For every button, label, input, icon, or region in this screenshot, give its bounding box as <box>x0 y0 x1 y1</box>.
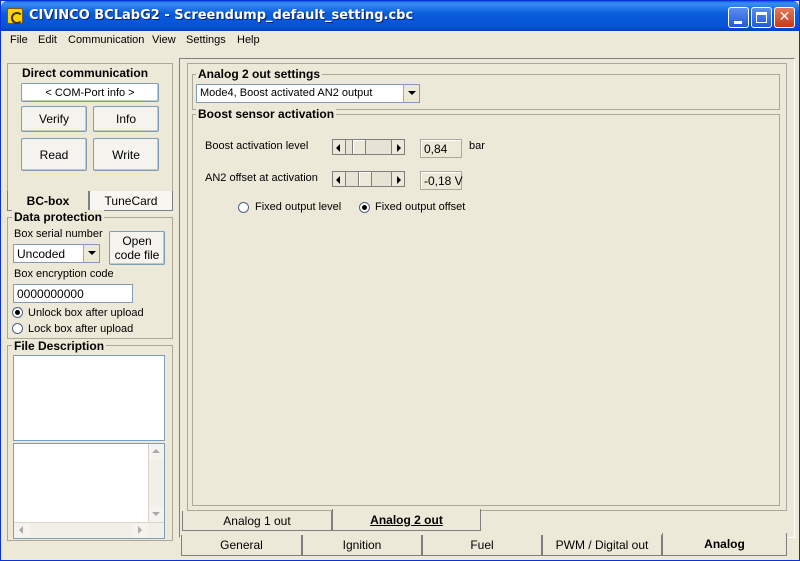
open-code-file-line2: code file <box>114 248 160 262</box>
serial-number-value: Uncoded <box>17 247 66 261</box>
menu-settings[interactable]: Settings <box>186 34 226 46</box>
com-port-info[interactable]: < COM-Port info > <box>21 83 159 102</box>
app-window: CIVINCO BCLabG2 - Screendump_default_set… <box>0 0 800 561</box>
menu-file[interactable]: File <box>10 34 28 46</box>
tab-analog[interactable]: Analog <box>662 533 787 556</box>
menu-help[interactable]: Help <box>237 34 260 46</box>
boost-level-unit: bar <box>469 140 485 152</box>
data-protection-title: Data protection <box>12 210 105 224</box>
boost-level-label: Boost activation level <box>205 140 309 152</box>
an2-offset-label: AN2 offset at activation <box>205 172 318 184</box>
minimize-button[interactable] <box>728 7 749 28</box>
tab-ignition[interactable]: Ignition <box>302 535 422 556</box>
write-button[interactable]: Write <box>93 138 159 171</box>
file-description-area[interactable] <box>13 355 165 441</box>
maximize-icon <box>756 12 767 23</box>
notes-horizontal-scrollbar[interactable] <box>14 522 164 538</box>
an2-offset-thumb[interactable] <box>358 171 372 187</box>
mode-value: Mode4, Boost activated AN2 output <box>200 87 373 99</box>
open-code-file-line1: Open <box>122 234 152 248</box>
app-logo-icon <box>7 8 23 24</box>
tab-analog2-out[interactable]: Analog 2 out <box>332 509 481 531</box>
menu-bar: File Edit Communication View Settings He… <box>1 31 799 50</box>
window-title: CIVINCO BCLabG2 - Screendump_default_set… <box>29 8 414 23</box>
arrow-left-icon[interactable] <box>332 171 346 187</box>
chevron-down-icon[interactable] <box>83 245 99 262</box>
boost-level-thumb[interactable] <box>352 139 366 155</box>
menu-view[interactable]: View <box>152 34 176 46</box>
close-icon: ✕ <box>778 9 791 25</box>
read-button[interactable]: Read <box>21 138 87 171</box>
serial-number-select[interactable]: Uncoded <box>13 244 100 263</box>
unlock-box-radio[interactable] <box>12 307 23 318</box>
fixed-output-level-radio[interactable] <box>238 202 249 213</box>
close-button[interactable]: ✕ <box>774 7 795 28</box>
arrow-left-icon[interactable] <box>332 139 346 155</box>
tab-fuel[interactable]: Fuel <box>422 535 542 556</box>
title-bar[interactable]: CIVINCO BCLabG2 - Screendump_default_set… <box>1 1 799 31</box>
an2-offset-slider[interactable] <box>332 171 405 187</box>
file-description-title: File Description <box>12 339 107 353</box>
tab-general[interactable]: General <box>181 535 302 556</box>
menu-communication[interactable]: Communication <box>68 34 144 46</box>
analog2-settings-title: Analog 2 out settings <box>196 67 323 81</box>
fixed-output-level-label[interactable]: Fixed output level <box>255 201 341 213</box>
info-button[interactable]: Info <box>93 106 159 132</box>
scroll-right-arrow-icon[interactable] <box>132 523 148 538</box>
chevron-down-icon[interactable] <box>403 85 419 102</box>
tab-analog1-out[interactable]: Analog 1 out <box>182 511 332 531</box>
unlock-box-label[interactable]: Unlock box after upload <box>28 307 144 319</box>
lock-box-label[interactable]: Lock box after upload <box>28 323 133 335</box>
direct-communication-title: Direct communication <box>20 66 151 80</box>
tab-pwm-digital-out[interactable]: PWM / Digital out <box>542 535 662 556</box>
maximize-button[interactable] <box>751 7 772 28</box>
notes-vertical-scrollbar[interactable] <box>148 444 164 522</box>
tab-analog2-out-label: Analog 2 out <box>370 512 443 527</box>
tab-bc-box[interactable]: BC-box <box>7 191 89 211</box>
scroll-up-arrow-icon[interactable] <box>149 444 164 460</box>
arrow-right-icon[interactable] <box>391 139 405 155</box>
encryption-code-label: Box encryption code <box>14 268 114 280</box>
scroll-down-arrow-icon[interactable] <box>149 506 164 522</box>
open-code-file-button[interactable]: Open code file <box>109 231 165 265</box>
encryption-code-field[interactable]: 0000000000 <box>13 284 133 303</box>
minimize-icon <box>734 21 742 24</box>
tab-tunecard[interactable]: TuneCard <box>89 191 173 211</box>
serial-number-label: Box serial number <box>14 228 103 240</box>
scroll-left-arrow-icon[interactable] <box>14 523 30 538</box>
boost-level-slider[interactable] <box>332 139 405 155</box>
fixed-output-offset-label[interactable]: Fixed output offset <box>375 201 465 213</box>
boost-level-readout: 0,84 <box>420 139 462 158</box>
menu-edit[interactable]: Edit <box>38 34 57 46</box>
an2-offset-readout: -0,18 V <box>420 171 463 190</box>
mode-select[interactable]: Mode4, Boost activated AN2 output <box>196 84 420 103</box>
arrow-right-icon[interactable] <box>391 171 405 187</box>
boost-sensor-title: Boost sensor activation <box>196 107 337 121</box>
lock-box-radio[interactable] <box>12 323 23 334</box>
file-description-notes[interactable] <box>13 443 165 539</box>
fixed-output-offset-radio[interactable] <box>359 202 370 213</box>
verify-button[interactable]: Verify <box>21 106 87 132</box>
